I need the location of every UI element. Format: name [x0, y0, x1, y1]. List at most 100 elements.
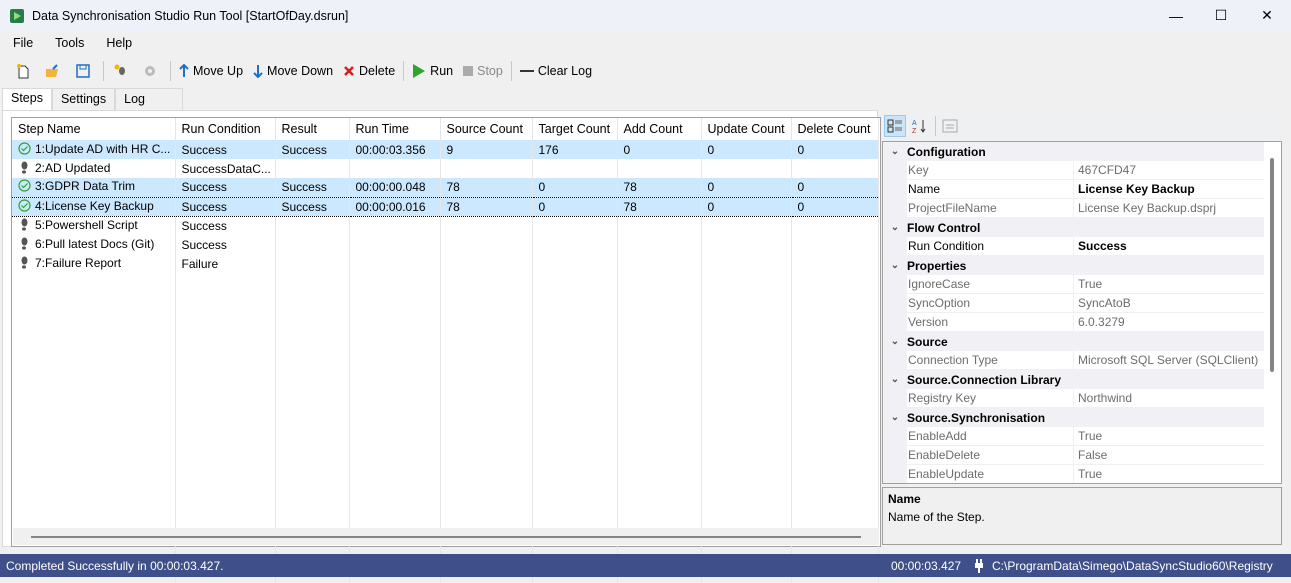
column-header[interactable]: Step Name	[12, 118, 176, 140]
maximize-button[interactable]: ☐	[1198, 0, 1244, 31]
stop-button[interactable]: Stop	[458, 59, 508, 83]
steps-panel: Step Name Run Condition Result Run Time Sour…	[2, 110, 881, 583]
property-value[interactable]: True	[1074, 465, 1281, 483]
delete-button[interactable]: Delete	[338, 59, 400, 83]
column-header[interactable]: Result	[275, 118, 350, 140]
column-header[interactable]: Update Count	[701, 118, 792, 140]
horizontal-scrollbar[interactable]	[13, 528, 879, 545]
save-button[interactable]	[70, 59, 100, 83]
tab-log[interactable]: Log	[115, 88, 184, 110]
property-value[interactable]: 6.0.3279	[1074, 313, 1281, 332]
footprint-icon	[18, 256, 32, 272]
table-row[interactable]: 4:License Key Backup Success Success 00:00:…	[12, 196, 879, 217]
move-up-button[interactable]: Move Up	[174, 59, 248, 83]
table-row[interactable]: 3:GDPR Data Trim Success Success 00:00:00.0…	[12, 178, 879, 197]
property-category[interactable]: ⌄ Source	[883, 332, 1281, 351]
table-row[interactable]: 2:AD Updated SuccessDataC...	[12, 159, 879, 178]
table-row[interactable]: 6:Pull latest Docs (Git) Success	[12, 235, 879, 254]
update-cell: 0	[701, 178, 792, 197]
property-pages-icon	[942, 119, 958, 133]
property-key: Connection Type	[907, 351, 1074, 370]
row-gutter	[883, 427, 907, 446]
title-bar: Data Synchronisation Studio Run Tool [St…	[0, 0, 1291, 31]
property-value[interactable]: SyncAtoB	[1074, 294, 1281, 313]
step-name-cell: 7:Failure Report	[12, 254, 176, 273]
column-header[interactable]: Run Condition	[175, 118, 276, 140]
chevron-down-icon[interactable]: ⌄	[883, 260, 907, 271]
menu-help[interactable]: Help	[93, 36, 141, 50]
property-value[interactable]: False	[1074, 446, 1281, 465]
column-header[interactable]: Run Time	[349, 118, 441, 140]
menu-file[interactable]: File	[0, 36, 42, 50]
categorized-button[interactable]	[884, 115, 906, 137]
tab-settings[interactable]: Settings	[51, 88, 116, 110]
property-value[interactable]: True	[1074, 275, 1281, 294]
property-row[interactable]: IgnoreCase True	[883, 275, 1281, 294]
clear-log-button[interactable]: Clear Log	[515, 59, 597, 83]
property-row[interactable]: EnableDelete False	[883, 446, 1281, 465]
property-pages-button[interactable]	[939, 115, 961, 137]
chevron-down-icon[interactable]: ⌄	[883, 336, 907, 347]
vertical-scrollbar[interactable]	[1264, 142, 1281, 483]
app-logo-icon	[10, 8, 24, 23]
property-row[interactable]: Key 467CFD47	[883, 161, 1281, 180]
property-value[interactable]: Northwind	[1074, 389, 1281, 408]
property-category[interactable]: ⌄ Flow Control	[883, 218, 1281, 237]
property-category[interactable]: ⌄ Source.Connection Library	[883, 370, 1281, 389]
property-row[interactable]: ProjectFileName License Key Backup.dsprj	[883, 199, 1281, 218]
property-value[interactable]: Success	[1074, 237, 1281, 256]
table-row[interactable]: 5:Powershell Script Success	[12, 216, 879, 235]
property-toolbar: AZ	[882, 113, 1282, 139]
property-row[interactable]: Connection Type Microsoft SQL Server (SQL…	[883, 351, 1281, 370]
scrollbar-thumb[interactable]	[31, 536, 861, 538]
property-category[interactable]: ⌄ Configuration	[883, 142, 1281, 161]
column-header[interactable]: Add Count	[617, 118, 702, 140]
close-button[interactable]: ✕	[1244, 0, 1290, 31]
new-button[interactable]	[10, 59, 40, 83]
run-button[interactable]: Run	[407, 59, 458, 83]
property-row[interactable]: EnableAdd True	[883, 427, 1281, 446]
column-header[interactable]: Delete Count	[791, 118, 879, 140]
table-row[interactable]: 7:Failure Report Failure	[12, 254, 879, 273]
open-folder-icon	[46, 64, 58, 77]
property-row[interactable]: Name License Key Backup	[883, 180, 1281, 199]
chevron-down-icon[interactable]: ⌄	[883, 146, 907, 157]
description-text: Name of the Step.	[888, 510, 985, 524]
registry-path: C:\ProgramData\Simego\DataSyncStudio60\R…	[992, 558, 1273, 573]
scrollbar-thumb[interactable]	[1270, 158, 1274, 372]
settings-button[interactable]	[137, 59, 167, 83]
property-value[interactable]: License Key Backup.dsprj	[1074, 199, 1281, 218]
open-button[interactable]	[40, 59, 70, 83]
property-value[interactable]: True	[1074, 427, 1281, 446]
property-category[interactable]: ⌄ Properties	[883, 256, 1281, 275]
property-row[interactable]: Version 6.0.3279	[883, 313, 1281, 332]
settings-gear-icon	[145, 66, 155, 76]
result-cell: Success	[275, 196, 350, 217]
time-cell	[349, 235, 441, 254]
minimize-button[interactable]: —	[1153, 0, 1199, 31]
table-row[interactable]: 1:Update AD with HR C... Success Success 00…	[12, 140, 879, 159]
column-header[interactable]: Target Count	[532, 118, 618, 140]
menu-tools[interactable]: Tools	[42, 36, 93, 50]
property-value[interactable]: License Key Backup	[1074, 180, 1281, 199]
chevron-down-icon[interactable]: ⌄	[883, 374, 907, 385]
property-value[interactable]: 467CFD47	[1074, 161, 1281, 180]
property-row[interactable]: Run Condition Success	[883, 237, 1281, 256]
svg-text:A: A	[912, 120, 917, 127]
chevron-down-icon[interactable]: ⌄	[883, 222, 907, 233]
add-cell	[617, 235, 702, 254]
move-down-button[interactable]: Move Down	[248, 59, 338, 83]
property-category[interactable]: ⌄ Source.Synchronisation	[883, 408, 1281, 427]
property-value[interactable]: Microsoft SQL Server (SQLClient)	[1074, 351, 1281, 370]
tab-steps[interactable]: Steps	[2, 88, 52, 111]
property-key: Registry Key	[907, 389, 1074, 408]
property-row[interactable]: SyncOption SyncAtoB	[883, 294, 1281, 313]
property-row[interactable]: Registry Key Northwind	[883, 389, 1281, 408]
property-row[interactable]: EnableUpdate True	[883, 465, 1281, 483]
add-step-button[interactable]	[107, 59, 137, 83]
alphabetical-button[interactable]: AZ	[908, 115, 930, 137]
step-name: 1:Update AD with HR C...	[35, 141, 171, 156]
row-gutter	[883, 275, 907, 294]
column-header[interactable]: Source Count	[440, 118, 533, 140]
chevron-down-icon[interactable]: ⌄	[883, 412, 907, 423]
